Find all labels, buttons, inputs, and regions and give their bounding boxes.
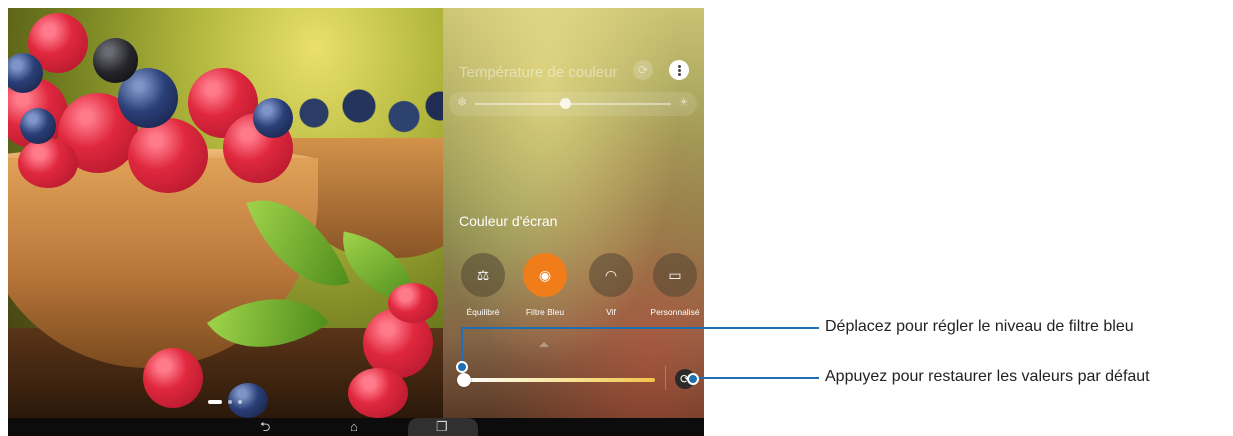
snowflake-icon: ❄ bbox=[457, 95, 468, 109]
blueberry bbox=[253, 98, 293, 138]
mode-vif[interactable]: ◠ Vif bbox=[581, 253, 641, 317]
mode-label: Équilibré bbox=[466, 307, 500, 317]
callout-line bbox=[461, 327, 819, 329]
vivid-arcs-icon: ◠ bbox=[589, 253, 633, 297]
refresh-icon[interactable]: ⟳ bbox=[633, 60, 653, 80]
raspberry bbox=[143, 348, 203, 408]
mode-personnalise[interactable]: ▭ Personnalisé bbox=[645, 253, 704, 317]
screen-color-label: Couleur d'écran bbox=[459, 213, 558, 229]
raspberry bbox=[388, 283, 438, 323]
temperature-thumb[interactable] bbox=[560, 98, 572, 109]
color-temperature-slider[interactable]: ❄ ☀ bbox=[449, 92, 697, 116]
blue-filter-track bbox=[463, 378, 655, 382]
balance-icon: ⚖ bbox=[461, 253, 505, 297]
page-dot bbox=[238, 400, 242, 404]
panel-title: Température de couleur bbox=[459, 64, 618, 81]
blueberry bbox=[20, 108, 56, 144]
home-icon[interactable]: ⌂ bbox=[350, 419, 358, 435]
raspberry bbox=[348, 368, 408, 418]
raspberry bbox=[18, 138, 78, 188]
blue-filter-slider[interactable] bbox=[457, 373, 655, 387]
home-wallpaper bbox=[8, 8, 448, 418]
mode-label: Filtre Bleu bbox=[525, 307, 565, 317]
selected-mode-caret bbox=[539, 342, 549, 347]
divider bbox=[665, 366, 666, 390]
eye-filter-icon: ◉ bbox=[523, 253, 567, 297]
blue-filter-thumb[interactable] bbox=[457, 373, 471, 387]
screen-color-panel: Température de couleur ⟳ ❄ ☀ Couleur d'é… bbox=[443, 8, 704, 418]
page-indicator bbox=[208, 400, 242, 404]
custom-screen-icon: ▭ bbox=[653, 253, 697, 297]
raspberry bbox=[128, 118, 208, 193]
mode-equilibre[interactable]: ⚖ Équilibré bbox=[453, 253, 513, 317]
callout-line bbox=[692, 377, 819, 379]
sun-icon: ☀ bbox=[678, 95, 689, 109]
reset-callout-text: Appuyez pour restaurer les valeurs par d… bbox=[825, 368, 1150, 385]
callout-dot bbox=[687, 373, 699, 385]
page-dot-active bbox=[208, 400, 222, 404]
recent-apps-icon[interactable]: ❐ bbox=[436, 419, 448, 435]
mode-label: Vif bbox=[606, 307, 616, 317]
blackberry bbox=[93, 38, 138, 83]
temperature-track bbox=[475, 103, 671, 105]
more-vertical-icon[interactable] bbox=[669, 60, 689, 80]
navigation-bar: ⮌ ⌂ ❐ bbox=[8, 418, 704, 436]
tablet-screen: Température de couleur ⟳ ❄ ☀ Couleur d'é… bbox=[8, 8, 704, 436]
page-dot bbox=[228, 400, 232, 404]
callout-dot bbox=[456, 361, 468, 373]
mode-label: Personnalisé bbox=[650, 307, 700, 317]
back-icon[interactable]: ⮌ bbox=[260, 419, 270, 435]
mode-filtre-bleu[interactable]: ◉ Filtre Bleu bbox=[515, 253, 575, 317]
slider-callout-text: Déplacez pour régler le niveau de filtre… bbox=[825, 318, 1134, 335]
